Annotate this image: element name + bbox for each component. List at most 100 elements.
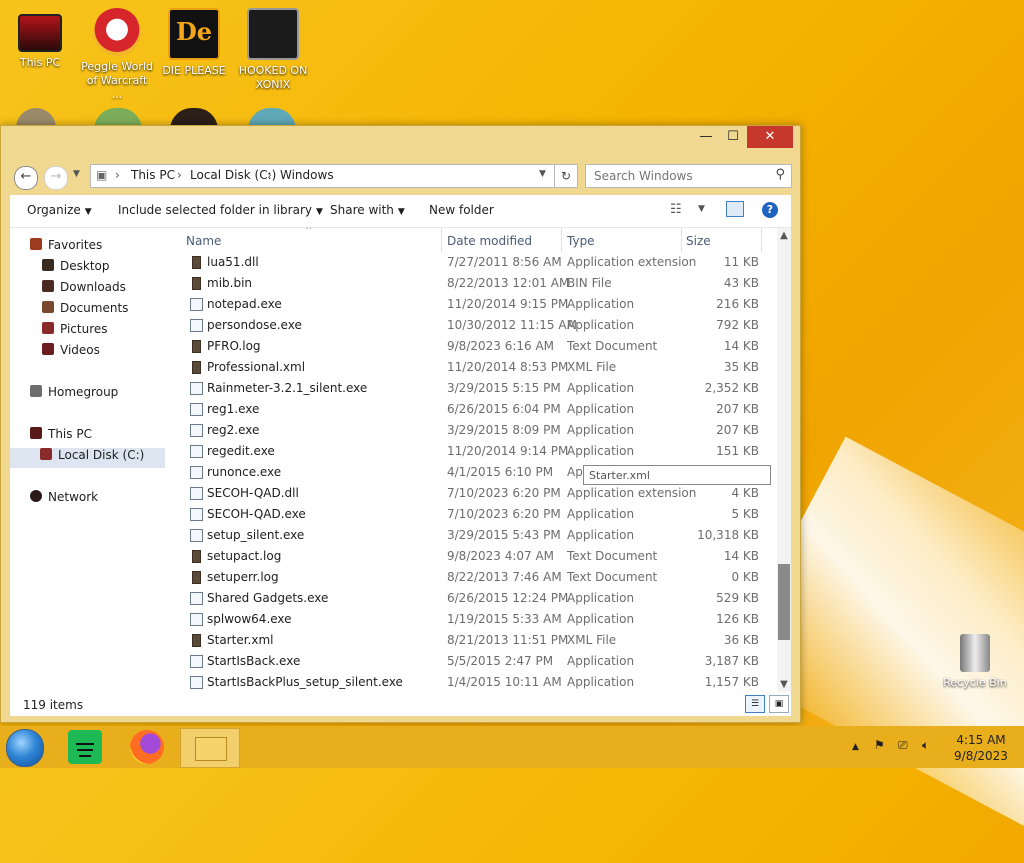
organize-menu[interactable]: Organize ▼ bbox=[27, 203, 92, 217]
table-row[interactable]: setuperr.log 8/22/2013 7:46 AM Text Docume… bbox=[185, 567, 777, 588]
scroll-down-arrow-icon[interactable]: ▼ bbox=[777, 679, 791, 690]
nav-favorites[interactable]: Favorites bbox=[30, 238, 102, 258]
file-type: Application extension bbox=[567, 255, 697, 269]
desktop-icon-hooked-on-xonix[interactable]: HOOKED ON XONIX bbox=[236, 8, 310, 92]
table-row[interactable]: Shared Gadgets.exe 6/26/2015 12:24 PM Appl… bbox=[185, 588, 777, 609]
breadcrumb-local-disk[interactable]: Local Disk (C:) bbox=[190, 168, 276, 182]
include-in-library-menu[interactable]: Include selected folder in library ▼ bbox=[118, 203, 323, 217]
breadcrumb-windows[interactable]: Windows bbox=[280, 168, 334, 182]
nav-downloads[interactable]: Downloads bbox=[42, 280, 126, 300]
nav-network[interactable]: Network bbox=[30, 490, 98, 510]
nav-local-disk[interactable]: Local Disk (C:) bbox=[10, 448, 165, 468]
table-row[interactable]: SECOH-QAD.exe 7/10/2023 6:20 PM Applicatio… bbox=[185, 504, 777, 525]
breadcrumb-this-pc[interactable]: This PC bbox=[131, 168, 175, 182]
desktop-icon-recycle-bin[interactable]: Recycle Bin bbox=[938, 634, 1012, 690]
large-icons-view-icon[interactable]: ▣ bbox=[769, 695, 789, 713]
explorer-body: Favorites Desktop Downloads Documents Pi… bbox=[10, 228, 791, 692]
back-button[interactable]: ← bbox=[14, 166, 38, 190]
file-date-modified: 1/4/2015 10:11 AM bbox=[447, 675, 562, 689]
table-row[interactable]: Starter.xml 8/21/2013 11:51 PM XML File 36 … bbox=[185, 630, 777, 651]
nav-desktop[interactable]: Desktop bbox=[42, 259, 110, 279]
search-box[interactable]: ⚲ bbox=[585, 164, 792, 188]
view-options-chevron-icon[interactable]: ▼ bbox=[698, 204, 705, 214]
new-folder-button[interactable]: New folder bbox=[429, 203, 494, 217]
file-explorer-taskbar-button[interactable] bbox=[180, 728, 240, 768]
close-button[interactable]: ✕ bbox=[747, 126, 793, 148]
table-row[interactable]: PFRO.log 9/8/2023 6:16 AM Text Document 14 … bbox=[185, 336, 777, 357]
refresh-button[interactable]: ↻ bbox=[554, 164, 578, 188]
file-size: 11 KB bbox=[723, 255, 759, 269]
scroll-up-arrow-icon[interactable]: ▲ bbox=[777, 230, 791, 241]
column-divider[interactable] bbox=[761, 228, 762, 252]
action-center-flag-icon[interactable]: ⚑ bbox=[874, 738, 885, 752]
file-name: SECOH-QAD.exe bbox=[207, 507, 306, 521]
address-path[interactable]: ▣ › This PC › Local Disk (C:) › Windows … bbox=[90, 164, 555, 188]
firefox-icon[interactable] bbox=[130, 730, 164, 764]
file-size: 529 KB bbox=[716, 591, 759, 605]
table-row[interactable]: notepad.exe 11/20/2014 9:15 PM Application… bbox=[185, 294, 777, 315]
include-in-library-label: Include selected folder in library bbox=[118, 203, 312, 217]
file-type: Application bbox=[567, 654, 635, 668]
nav-pictures[interactable]: Pictures bbox=[42, 322, 108, 342]
table-row[interactable]: StartIsBack.exe 5/5/2015 2:47 PM Applicati… bbox=[185, 651, 777, 672]
table-row[interactable]: persondose.exe 10/30/2012 11:15 AM Applica… bbox=[185, 315, 777, 336]
desktop-icon-die-please[interactable]: De DIE PLEASE bbox=[157, 8, 231, 78]
nav-videos[interactable]: Videos bbox=[42, 343, 100, 363]
scrollbar-thumb[interactable] bbox=[778, 564, 790, 640]
table-row[interactable]: StartIsBackPlus_setup_silent.exe 1/4/2015… bbox=[185, 672, 777, 692]
drive-icon bbox=[40, 448, 52, 460]
nav-homegroup[interactable]: Homegroup bbox=[30, 385, 118, 405]
address-dropdown-chevron-icon[interactable]: ▼ bbox=[539, 169, 546, 179]
column-divider[interactable] bbox=[561, 228, 562, 252]
table-row[interactable]: reg1.exe 6/26/2015 6:04 PM Application 207 … bbox=[185, 399, 777, 420]
volume-icon[interactable]: 🔈︎ bbox=[922, 738, 929, 753]
taskbar-clock[interactable]: 4:15 AM 9/8/2023 bbox=[946, 732, 1016, 764]
table-row[interactable]: Rainmeter-3.2.1_silent.exe 3/29/2015 5:15… bbox=[185, 378, 777, 399]
column-divider[interactable] bbox=[681, 228, 682, 252]
title-bar[interactable]: — ☐ ✕ bbox=[1, 126, 800, 154]
desktop-icon-peggle[interactable]: Peggle World of Warcraft ... bbox=[80, 8, 154, 102]
forward-button[interactable]: → bbox=[44, 166, 68, 190]
table-row[interactable]: setupact.log 9/8/2023 4:07 AM Text Documen… bbox=[185, 546, 777, 567]
maximize-button[interactable]: ☐ bbox=[719, 126, 747, 148]
file-date-modified: 4/1/2015 6:10 PM bbox=[447, 465, 554, 479]
search-input[interactable] bbox=[592, 168, 766, 184]
details-view-icon[interactable]: ☰ bbox=[745, 695, 765, 713]
share-with-menu[interactable]: Share with ▼ bbox=[330, 203, 405, 217]
table-row[interactable]: lua51.dll 7/27/2011 8:56 AM Application ex… bbox=[185, 252, 777, 273]
nav-label: Desktop bbox=[60, 259, 110, 273]
table-row[interactable]: mib.bin 8/22/2013 12:01 AM BIN File 43 KB bbox=[185, 273, 777, 294]
file-name: StartIsBackPlus_setup_silent.exe bbox=[207, 675, 403, 689]
file-name: PFRO.log bbox=[207, 339, 261, 353]
show-hidden-icons-chevron-icon[interactable]: ▲ bbox=[852, 742, 859, 752]
help-icon[interactable]: ? bbox=[762, 202, 778, 218]
preview-pane-icon[interactable] bbox=[726, 201, 744, 217]
recent-locations-chevron-icon[interactable]: ▼ bbox=[73, 169, 80, 179]
desktop-icon-this-pc[interactable]: This PC bbox=[3, 8, 77, 70]
table-row[interactable]: Professional.xml 11/20/2014 8:53 PM XML Fi… bbox=[185, 357, 777, 378]
file-name: setup_silent.exe bbox=[207, 528, 305, 542]
change-view-icon[interactable]: ☷ bbox=[670, 202, 682, 217]
column-divider[interactable] bbox=[441, 228, 442, 252]
breadcrumb-separator-icon: › bbox=[177, 168, 182, 182]
table-row[interactable]: SECOH-QAD.dll 7/10/2023 6:20 PM Applicatio… bbox=[185, 483, 777, 504]
nav-documents[interactable]: Documents bbox=[42, 301, 128, 321]
file-type: Application bbox=[567, 402, 635, 416]
table-row[interactable]: splwow64.exe 1/19/2015 5:33 AM Application… bbox=[185, 609, 777, 630]
spotify-icon[interactable] bbox=[68, 730, 102, 764]
file-name: regedit.exe bbox=[207, 444, 275, 458]
table-row[interactable]: setup_silent.exe 3/29/2015 5:43 PM Applica… bbox=[185, 525, 777, 546]
start-button[interactable] bbox=[6, 729, 44, 767]
nav-this-pc[interactable]: This PC bbox=[30, 427, 92, 447]
desktop-icon bbox=[42, 259, 54, 271]
file-type: XML File bbox=[567, 633, 617, 647]
vertical-scrollbar[interactable]: ▲ ▼ bbox=[777, 228, 791, 692]
minimize-button[interactable]: — bbox=[693, 126, 719, 148]
table-row[interactable]: reg2.exe 3/29/2015 8:09 PM Application 207 … bbox=[185, 420, 777, 441]
search-icon[interactable]: ⚲ bbox=[775, 167, 785, 182]
table-row[interactable]: regedit.exe 11/20/2014 9:14 PM Application… bbox=[185, 441, 777, 462]
computer-icon bbox=[30, 427, 42, 439]
file-name: splwow64.exe bbox=[207, 612, 292, 626]
file-date-modified: 8/21/2013 11:51 PM bbox=[447, 633, 569, 647]
network-tray-icon[interactable]: ⎚ bbox=[898, 738, 908, 753]
